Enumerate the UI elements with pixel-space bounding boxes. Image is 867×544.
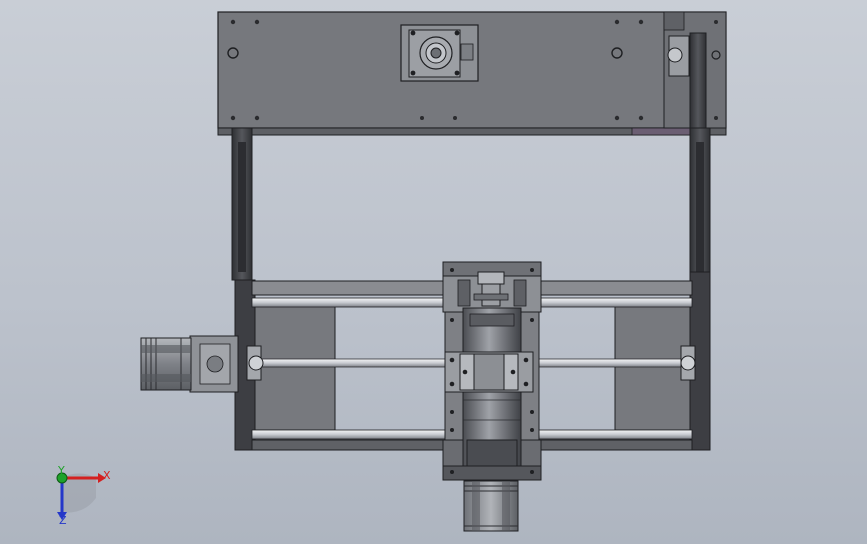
- x-linear-bearing-icon[interactable]: [444, 351, 534, 393]
- left-screw-bearing[interactable]: [246, 345, 264, 381]
- x-axis-label: X: [103, 469, 111, 482]
- z-axis-label: Z: [59, 514, 67, 527]
- cad-viewport[interactable]: X Y Z: [0, 0, 867, 544]
- orientation-triad[interactable]: X Y Z: [56, 464, 111, 527]
- y-axis-label: Y: [57, 464, 65, 477]
- top-right-bearing-block[interactable]: [663, 11, 727, 134]
- x-stepper-motor-icon[interactable]: [140, 335, 239, 393]
- right-screw-bearing[interactable]: [680, 345, 696, 381]
- z-stepper-motor-icon[interactable]: [463, 480, 519, 532]
- left-upright[interactable]: [231, 127, 253, 281]
- z-motor-flange[interactable]: [400, 24, 479, 82]
- right-upright[interactable]: [689, 127, 711, 281]
